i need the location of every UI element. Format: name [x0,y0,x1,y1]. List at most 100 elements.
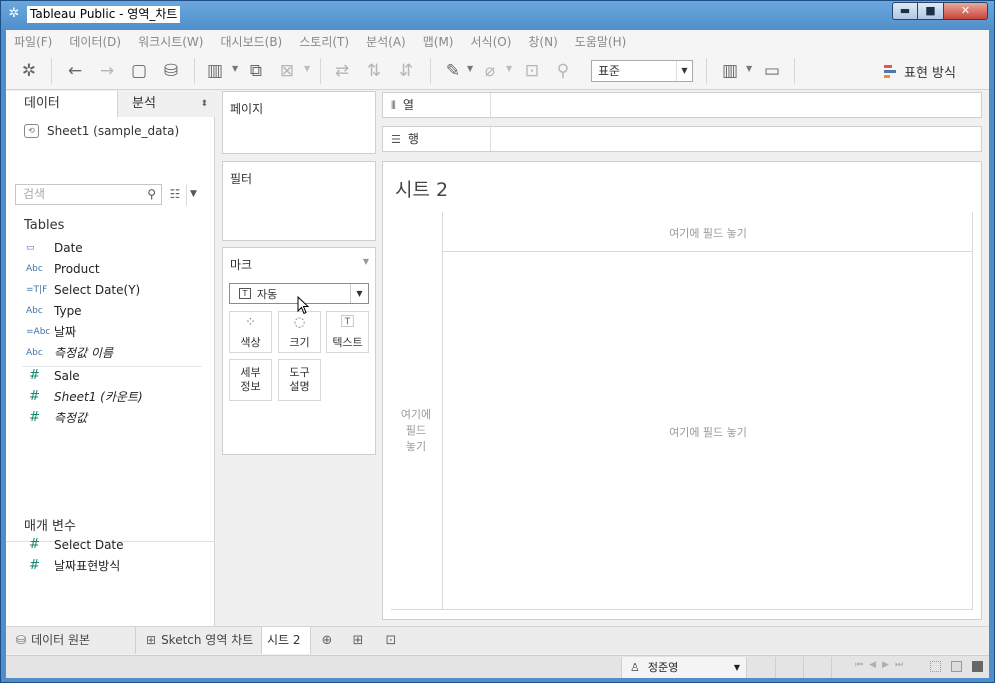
field-search-input[interactable]: 검색 ⚲ [15,184,162,205]
chevron-down-icon[interactable]: ▼ [363,257,369,266]
tableau-logo-icon[interactable]: ✲ [17,59,41,83]
fit-select[interactable]: 표준 ▼ [591,60,693,82]
tab-sheet[interactable]: ⊞ Sketch 영역 차트 [136,627,262,654]
sheet-sorter-icon[interactable] [930,661,941,672]
pin-icon[interactable]: ⚲ [551,59,575,83]
clear-icon[interactable]: ⊠ [275,59,299,83]
sheet-title[interactable]: 시트 2 [395,175,448,202]
rows-shelf[interactable]: ☰ 행 [382,126,982,152]
sheet-navigation[interactable]: ⏮◀▶⏭ [855,660,909,670]
filmstrip-icon[interactable] [951,661,962,672]
presentation-icon[interactable]: ▭ [760,59,784,83]
minimize-button[interactable]: ▬ [892,2,918,20]
filters-card[interactable]: 필터 [222,161,376,241]
fit-select-value: 표준 [598,64,621,78]
close-button[interactable]: ✕ [944,2,988,20]
show-cards-icon[interactable]: ▥ [718,59,742,83]
chevron-down-icon[interactable]: ▼ [506,64,512,73]
toolbar-separator [51,58,52,84]
next-sheet-icon[interactable]: ▶ [882,660,895,670]
show-me-button[interactable]: 표현 방식 [884,60,956,82]
text-icon: 🅃 [340,315,354,330]
search-placeholder: 검색 [23,187,46,201]
window-title: Tableau Public - 영역_차트 [27,6,181,23]
tab-data[interactable]: 데이터 [6,91,118,117]
tab-analytics-label: 분석 [132,96,156,111]
menu-analysis[interactable]: 분석(A) [366,33,406,50]
group-icon[interactable]: ⌀ [478,59,502,83]
field-item[interactable]: Abc 측정값 이름 [22,342,113,363]
save-icon[interactable]: ▢ [127,59,151,83]
tab-analytics[interactable]: 분석 ⬍ [118,91,215,117]
drop-zone-main[interactable]: 여기에 필드 놓기 [443,424,973,440]
chevron-down-icon[interactable]: ▼ [304,64,310,73]
menu-dashboard[interactable]: 대시보드(B) [220,33,282,50]
field-item[interactable]: =T|F Select Date(Y) [22,279,140,300]
prev-sheet-icon[interactable]: ◀ [869,660,882,670]
menu-map[interactable]: 맵(M) [423,33,454,50]
datasource-label: Sheet1 (sample_data) [47,124,180,138]
marks-card-title: 마크 [230,258,253,272]
datasource-item[interactable]: ⟲ Sheet1 (sample_data) [24,124,179,138]
sort-desc-icon[interactable]: ⇵ [394,59,418,83]
user-menu[interactable]: ♙ 정준영 ▼ [621,657,747,678]
undo-icon[interactable]: ← [63,59,87,83]
color-label: 색상 [240,336,261,349]
drop-zone-columns[interactable]: 여기에 필드 놓기 [443,225,973,241]
new-worksheet-icon[interactable]: ⊕ [316,631,338,651]
toolbar-separator [430,58,431,84]
tab-datasource[interactable]: ⛁ 데이터 원본 [6,627,136,654]
measure-item[interactable]: # Sheet1 (카운트) [22,386,143,407]
divider [391,609,973,610]
tooltip-button[interactable]: 도구 설명 [278,359,321,401]
measure-item[interactable]: # Sale [22,365,80,386]
calc-string-icon: =Abc [26,326,51,337]
field-item[interactable]: Abc Type [22,300,82,321]
color-button[interactable]: ⁘ 색상 [229,311,272,353]
highlight-icon[interactable]: ✎ [441,59,465,83]
size-button[interactable]: ◌ 크기 [278,311,321,353]
new-datasource-icon[interactable]: ⛁ [159,59,183,83]
chevron-down-icon[interactable]: ▼ [467,64,473,73]
label-icon[interactable]: ⊡ [520,59,544,83]
menu-window[interactable]: 창(N) [528,33,557,50]
parameter-item[interactable]: # 날짜표현방식 [22,555,120,576]
redo-icon[interactable]: → [95,59,119,83]
new-dashboard-icon[interactable]: ⊞ [347,631,369,651]
tab-sheet-active[interactable]: 시트 2 [262,627,311,654]
columns-shelf[interactable]: ⦀ 열 [382,92,982,118]
swap-icon[interactable]: ⇄ [330,59,354,83]
detail-button[interactable]: 세부 정보 [229,359,272,401]
sort-asc-icon[interactable]: ⇅ [362,59,386,83]
field-item[interactable]: =Abc 날짜 [22,321,76,342]
menu-worksheet[interactable]: 워크시트(W) [138,33,203,50]
menu-help[interactable]: 도움말(H) [575,33,627,50]
menu-story[interactable]: 스토리(T) [299,33,349,50]
maximize-button[interactable]: ■ [918,2,944,20]
menu-file[interactable]: 파일(F) [14,33,52,50]
duplicate-icon[interactable]: ⧉ [244,59,268,83]
sort-icon[interactable]: ⬍ [200,91,208,117]
drop-zone-rows[interactable]: 여기에 필드 놓기 [391,407,441,455]
menu-format[interactable]: 서식(O) [471,33,512,50]
menu-data[interactable]: 데이터(D) [69,33,121,50]
chevron-down-icon[interactable]: ▼ [190,185,197,203]
first-sheet-icon[interactable]: ⏮ [855,660,869,670]
columns-label: 열 [402,98,414,112]
parameter-item[interactable]: # Select Date [22,534,124,555]
last-sheet-icon[interactable]: ⏭ [895,660,909,670]
tabs-view-icon[interactable] [972,661,983,672]
field-item[interactable]: Abc Product [22,258,100,279]
text-button[interactable]: 🅃 텍스트 [326,311,369,353]
pages-card[interactable]: 페이지 [222,91,376,154]
chevron-down-icon[interactable]: ▼ [746,64,752,73]
new-worksheet-icon[interactable]: ▥ [203,59,227,83]
field-item[interactable]: ▭ Date [22,237,83,258]
rows-label: 행 [407,132,419,146]
data-pane-tabs: 데이터 분석 ⬍ [6,91,215,117]
list-view-icon[interactable]: ☷ [166,185,184,203]
new-story-icon[interactable]: ⊡ [380,631,402,651]
measure-item[interactable]: # 측정값 [22,407,87,428]
chevron-down-icon[interactable]: ▼ [232,64,238,73]
field-label: Sheet1 (카운트) [54,390,143,404]
